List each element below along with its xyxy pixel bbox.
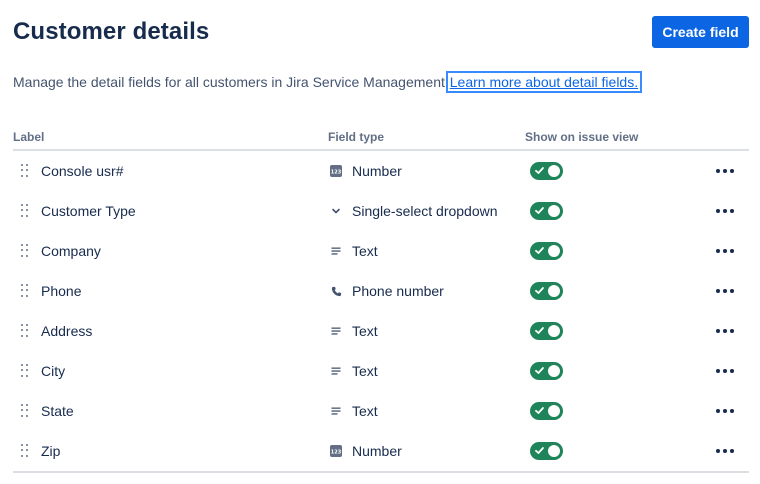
field-type: Text — [352, 243, 378, 259]
number-icon: 123 — [329, 164, 343, 178]
text-lines-icon — [329, 244, 343, 258]
toggle-knob — [548, 365, 560, 377]
field-type: Text — [352, 363, 378, 379]
more-actions-button[interactable] — [713, 401, 737, 421]
field-label: Customer Type — [41, 203, 136, 219]
show-on-issue-view-toggle[interactable] — [530, 282, 563, 300]
field-label: Company — [41, 243, 101, 259]
table-row: Console usr# 123 Number — [13, 151, 749, 191]
table-row: Company Text — [13, 231, 749, 271]
toggle-knob — [548, 165, 560, 177]
show-on-issue-view-toggle[interactable] — [530, 402, 563, 420]
show-on-issue-view-toggle[interactable] — [530, 202, 563, 220]
check-icon — [535, 367, 544, 374]
field-type: Phone number — [352, 283, 444, 299]
page-title: Customer details — [13, 18, 210, 45]
svg-text:123: 123 — [331, 169, 342, 175]
show-on-issue-view-toggle[interactable] — [530, 362, 563, 380]
toggle-knob — [548, 245, 560, 257]
drag-handle-icon[interactable] — [21, 404, 29, 418]
field-label: City — [41, 363, 66, 379]
more-actions-button[interactable] — [713, 161, 737, 181]
check-icon — [535, 327, 544, 334]
create-field-button[interactable]: Create field — [652, 16, 749, 48]
field-type: Text — [352, 323, 378, 339]
table-row: State Text — [13, 391, 749, 431]
more-actions-button[interactable] — [713, 321, 737, 341]
toggle-knob — [548, 445, 560, 457]
fields-table: Console usr# 123 Number Customer Type Si… — [13, 151, 749, 471]
drag-handle-icon[interactable] — [21, 164, 29, 178]
field-label: Address — [41, 323, 93, 339]
more-actions-button[interactable] — [713, 281, 737, 301]
show-on-issue-view-toggle[interactable] — [530, 442, 563, 460]
drag-handle-icon[interactable] — [21, 324, 29, 338]
table-row: Address Text — [13, 311, 749, 351]
check-icon — [535, 407, 544, 414]
field-type: Single-select dropdown — [352, 203, 498, 219]
field-label: Zip — [41, 443, 61, 459]
number-icon: 123 — [329, 444, 343, 458]
check-icon — [535, 447, 544, 454]
field-type: Number — [352, 443, 402, 459]
page-description: Manage the detail fields for all custome… — [13, 71, 643, 93]
column-header-show-on-issue-view[interactable]: Show on issue view — [525, 130, 638, 144]
show-on-issue-view-toggle[interactable] — [530, 162, 563, 180]
drag-handle-icon[interactable] — [21, 444, 29, 458]
drag-handle-icon[interactable] — [21, 244, 29, 258]
text-lines-icon — [329, 364, 343, 378]
check-icon — [535, 287, 544, 294]
show-on-issue-view-toggle[interactable] — [530, 322, 563, 340]
more-actions-button[interactable] — [713, 441, 737, 461]
field-type: Number — [352, 163, 402, 179]
customer-details-page: Customer details Create field Manage the… — [0, 0, 760, 484]
toggle-knob — [548, 405, 560, 417]
chevron-down-icon — [329, 204, 343, 218]
field-label: State — [41, 403, 74, 419]
drag-handle-icon[interactable] — [21, 284, 29, 298]
table-row: Customer Type Single-select dropdown — [13, 191, 749, 231]
table-row: Zip 123 Number — [13, 431, 749, 471]
show-on-issue-view-toggle[interactable] — [530, 242, 563, 260]
check-icon — [535, 207, 544, 214]
text-lines-icon — [329, 404, 343, 418]
toggle-knob — [548, 285, 560, 297]
more-actions-button[interactable] — [713, 201, 737, 221]
column-header-field-type[interactable]: Field type — [328, 130, 384, 144]
field-type: Text — [352, 403, 378, 419]
more-actions-button[interactable] — [713, 241, 737, 261]
learn-more-link[interactable]: Learn more about detail fields. — [445, 71, 643, 93]
check-icon — [535, 167, 544, 174]
field-label: Phone — [41, 283, 82, 299]
drag-handle-icon[interactable] — [21, 204, 29, 218]
phone-icon — [329, 284, 343, 298]
table-divider — [13, 471, 749, 473]
table-row: City Text — [13, 351, 749, 391]
column-header-label[interactable]: Label — [13, 130, 44, 144]
toggle-knob — [548, 205, 560, 217]
table-row: Phone Phone number — [13, 271, 749, 311]
more-actions-button[interactable] — [713, 361, 737, 381]
text-lines-icon — [329, 324, 343, 338]
field-label: Console usr# — [41, 163, 124, 179]
drag-handle-icon[interactable] — [21, 364, 29, 378]
toggle-knob — [548, 325, 560, 337]
table-header: Label Field type Show on issue view — [13, 129, 749, 151]
description-text: Manage the detail fields for all custome… — [13, 74, 449, 90]
svg-text:123: 123 — [331, 449, 342, 455]
check-icon — [535, 247, 544, 254]
